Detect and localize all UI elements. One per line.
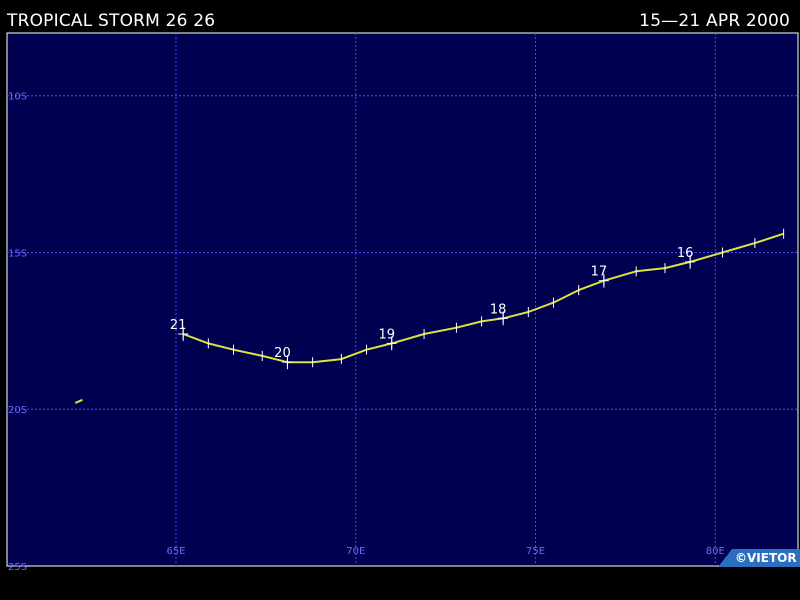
longitude-label: 70E (346, 546, 365, 557)
credit-label: ©VIETOR (735, 551, 797, 565)
longitude-label: 65E (166, 546, 185, 557)
latitude-label: 10S (8, 92, 27, 103)
day-label: 18 (490, 302, 507, 317)
day-label: 16 (677, 246, 694, 261)
day-label: 20 (274, 346, 291, 361)
latitude-label: 25S (8, 562, 27, 573)
day-label: 17 (591, 265, 608, 280)
longitude-label: 75E (526, 546, 545, 557)
day-label: 19 (378, 327, 395, 342)
ocean-area (6, 32, 799, 567)
storm-track-map: TROPICAL STORM 26 26 15—21 APR 2000 65E 7… (0, 0, 800, 600)
latitude-label: 15S (8, 248, 27, 259)
map-canvas: 65E70E75E80E85E10S15S20S25S 161718192021 (6, 32, 799, 573)
day-label: 21 (170, 318, 187, 333)
latitude-label: 20S (8, 405, 27, 416)
